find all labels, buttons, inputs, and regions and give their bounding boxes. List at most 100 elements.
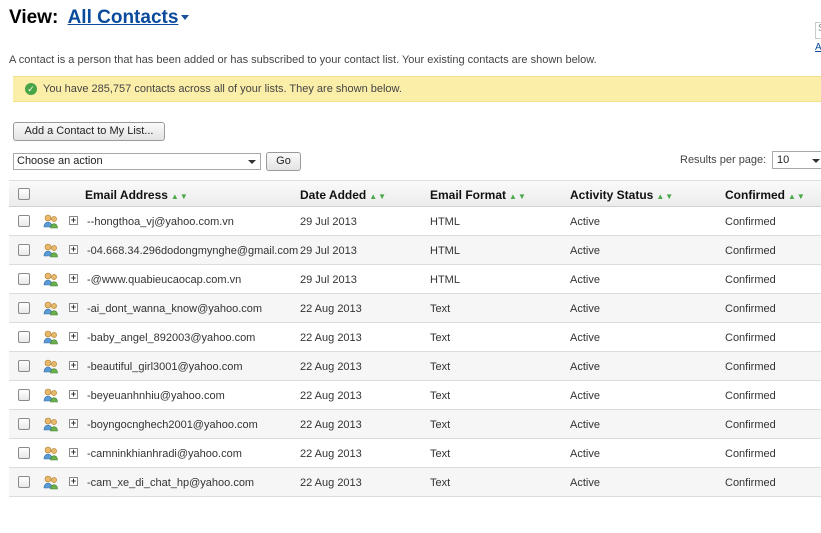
cell-date: 22 Aug 2013 <box>300 477 362 489</box>
view-selector[interactable]: All Contacts <box>68 7 190 28</box>
cell-format: Text <box>430 448 451 460</box>
cell-status: Active <box>570 274 600 286</box>
edge-link[interactable]: A <box>815 42 821 53</box>
row-checkbox[interactable] <box>18 447 30 459</box>
caret-down-icon <box>181 15 190 21</box>
contact-person-icon[interactable] <box>43 213 59 229</box>
table-row[interactable]: + -cam_xe_di_chat_hp@yahoo.com 22 Aug 2013… <box>9 468 821 497</box>
row-checkbox[interactable] <box>18 273 30 285</box>
chevron-down-icon <box>812 159 820 163</box>
action-select-value: Choose an action <box>17 155 103 167</box>
contact-person-icon[interactable] <box>43 416 59 432</box>
cell-confirmed: Confirmed <box>725 303 776 315</box>
row-checkbox[interactable] <box>18 244 30 256</box>
sort-up-down-icon[interactable]: ▲▼ <box>369 192 387 201</box>
cell-status: Active <box>570 390 600 402</box>
search-box-edge[interactable]: S <box>815 22 821 39</box>
cell-status: Active <box>570 448 600 460</box>
table-row[interactable]: + -beautiful_girl3001@yahoo.com 22 Aug 201… <box>9 352 821 381</box>
col-format-header[interactable]: Email Format ▲▼ <box>430 188 527 202</box>
cell-email[interactable]: -beautiful_girl3001@yahoo.com <box>87 361 242 373</box>
expand-icon[interactable]: + <box>69 332 78 341</box>
table-row[interactable]: + -baby_angel_892003@yahoo.com 22 Aug 2013… <box>9 323 821 352</box>
add-contact-button[interactable]: Add a Contact to My List... <box>13 122 165 141</box>
cell-date: 22 Aug 2013 <box>300 390 362 402</box>
row-checkbox[interactable] <box>18 360 30 372</box>
cell-email[interactable]: -ai_dont_wanna_know@yahoo.com <box>87 303 262 315</box>
col-email-header[interactable]: Email Address ▲▼ <box>85 188 189 202</box>
cell-date: 22 Aug 2013 <box>300 448 362 460</box>
col-confirmed-header[interactable]: Confirmed ▲▼ <box>725 188 806 202</box>
cell-status: Active <box>570 477 600 489</box>
expand-icon[interactable]: + <box>69 390 78 399</box>
expand-icon[interactable]: + <box>69 216 78 225</box>
cell-date: 22 Aug 2013 <box>300 332 362 344</box>
cell-status: Active <box>570 245 600 257</box>
cell-email[interactable]: -camninkhianhradi@yahoo.com <box>87 448 242 460</box>
row-checkbox[interactable] <box>18 331 30 343</box>
cell-email[interactable]: -boyngocnghech2001@yahoo.com <box>87 419 258 431</box>
contact-person-icon[interactable] <box>43 358 59 374</box>
action-select[interactable]: Choose an action <box>13 153 261 170</box>
expand-icon[interactable]: + <box>69 361 78 370</box>
contact-person-icon[interactable] <box>43 300 59 316</box>
sort-up-down-icon[interactable]: ▲▼ <box>171 192 189 201</box>
cell-format: Text <box>430 361 451 373</box>
cell-format: HTML <box>430 274 460 286</box>
results-per-page-select[interactable]: 10 <box>772 151 821 169</box>
cell-format: Text <box>430 419 451 431</box>
contact-person-icon[interactable] <box>43 271 59 287</box>
cell-date: 29 Jul 2013 <box>300 245 357 257</box>
cell-format: Text <box>430 390 451 402</box>
cell-confirmed: Confirmed <box>725 390 776 402</box>
col-date-header[interactable]: Date Added ▲▼ <box>300 188 387 202</box>
cell-status: Active <box>570 361 600 373</box>
cell-format: Text <box>430 477 451 489</box>
cell-date: 29 Jul 2013 <box>300 216 357 228</box>
view-label: View: <box>9 7 59 28</box>
results-per-page-label: Results per page: <box>680 154 767 166</box>
row-checkbox[interactable] <box>18 215 30 227</box>
table-row[interactable]: + -@www.quabieucaocap.com.vn 29 Jul 2013 HT… <box>9 265 821 294</box>
select-all-checkbox[interactable] <box>18 188 30 200</box>
expand-icon[interactable]: + <box>69 448 78 457</box>
cell-email[interactable]: -beyeuanhnhiu@yahoo.com <box>87 390 225 402</box>
expand-icon[interactable]: + <box>69 274 78 283</box>
cell-status: Active <box>570 419 600 431</box>
expand-icon[interactable]: + <box>69 419 78 428</box>
expand-icon[interactable]: + <box>69 245 78 254</box>
cell-date: 22 Aug 2013 <box>300 303 362 315</box>
cell-email[interactable]: -@www.quabieucaocap.com.vn <box>87 274 241 286</box>
cell-email[interactable]: -baby_angel_892003@yahoo.com <box>87 332 255 344</box>
go-button[interactable]: Go <box>266 152 301 171</box>
cell-email[interactable]: --hongthoa_vj@yahoo.com.vn <box>87 216 234 228</box>
sort-up-down-icon[interactable]: ▲▼ <box>656 192 674 201</box>
col-status-header[interactable]: Activity Status ▲▼ <box>570 188 674 202</box>
contact-person-icon[interactable] <box>43 387 59 403</box>
cell-status: Active <box>570 303 600 315</box>
table-row[interactable]: + -ai_dont_wanna_know@yahoo.com 22 Aug 201… <box>9 294 821 323</box>
row-checkbox[interactable] <box>18 302 30 314</box>
contact-person-icon[interactable] <box>43 474 59 490</box>
row-checkbox[interactable] <box>18 418 30 430</box>
table-row[interactable]: + -beyeuanhnhiu@yahoo.com 22 Aug 2013 Text A… <box>9 381 821 410</box>
contact-person-icon[interactable] <box>43 329 59 345</box>
cell-email[interactable]: -04.668.34.296dodongmynghe@gmail.com <box>87 245 298 257</box>
table-row[interactable]: + -camninkhianhradi@yahoo.com 22 Aug 2013 T… <box>9 439 821 468</box>
table-row[interactable]: + -boyngocnghech2001@yahoo.com 22 Aug 2013… <box>9 410 821 439</box>
table-header: Email Address ▲▼ Date Added ▲▼ Email Forma… <box>9 180 821 207</box>
results-per-page-value: 10 <box>777 154 790 166</box>
cell-confirmed: Confirmed <box>725 419 776 431</box>
table-row[interactable]: + --hongthoa_vj@yahoo.com.vn 29 Jul 2013 HT… <box>9 207 821 236</box>
row-checkbox[interactable] <box>18 476 30 488</box>
expand-icon[interactable]: + <box>69 303 78 312</box>
table-row[interactable]: + -04.668.34.296dodongmynghe@gmail.com 29 … <box>9 236 821 265</box>
cell-email[interactable]: -cam_xe_di_chat_hp@yahoo.com <box>87 477 254 489</box>
contact-person-icon[interactable] <box>43 445 59 461</box>
expand-icon[interactable]: + <box>69 477 78 486</box>
sort-up-down-icon[interactable]: ▲▼ <box>509 192 527 201</box>
cell-format: HTML <box>430 245 460 257</box>
sort-up-down-icon[interactable]: ▲▼ <box>788 192 806 201</box>
row-checkbox[interactable] <box>18 389 30 401</box>
contact-person-icon[interactable] <box>43 242 59 258</box>
